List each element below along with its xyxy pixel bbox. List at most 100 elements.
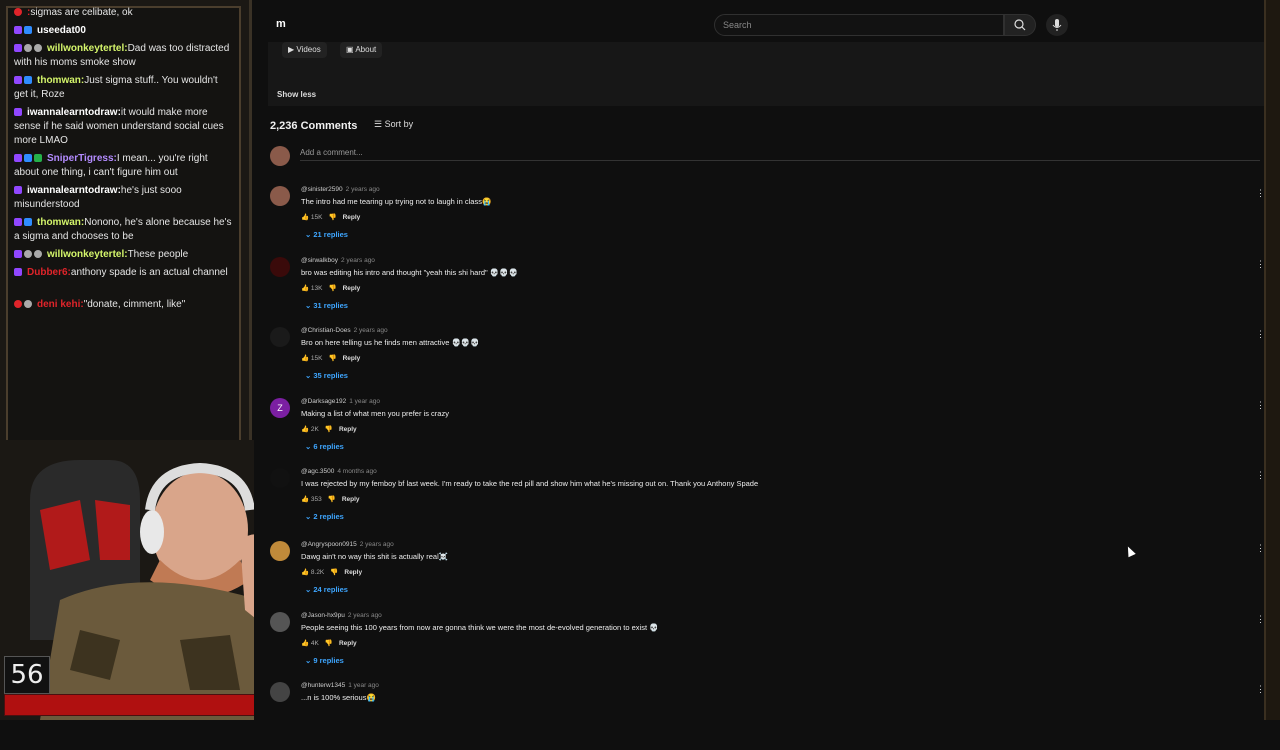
like-button[interactable]: 👍 15K <box>301 214 322 221</box>
green-badge-icon <box>34 154 42 162</box>
about-tab[interactable]: ▣ About <box>340 42 383 58</box>
view-replies-button[interactable]: ⌄ 9 replies <box>305 656 344 665</box>
comment-meta: @hunterw1345 1 year ago <box>301 682 379 689</box>
chat-message: deni kehi:"donate, cimment, like" <box>14 298 234 312</box>
comment-timestamp[interactable]: 2 years ago <box>346 186 380 193</box>
view-replies-button[interactable]: ⌄ 21 replies <box>305 230 348 239</box>
commenter-avatar[interactable] <box>270 186 290 206</box>
commenter-avatar[interactable]: Z <box>270 398 290 418</box>
chat-text: "donate, cimment, like" <box>83 299 186 310</box>
comment-timestamp[interactable]: 1 year ago <box>348 682 379 689</box>
reply-button[interactable]: Reply <box>344 569 362 576</box>
chat-badges <box>14 184 24 198</box>
blue-badge-icon <box>24 218 32 226</box>
view-replies-button[interactable]: ⌄ 24 replies <box>305 585 348 594</box>
comment-timestamp[interactable]: 4 months ago <box>337 468 376 475</box>
comment-meta: @Jason-hx9pu 2 years ago <box>301 612 382 619</box>
chat-text: sigmas are celibate, ok <box>30 7 133 18</box>
commenter-handle[interactable]: @Jason-hx9pu <box>301 612 345 619</box>
commenter-handle[interactable]: @Christian-Does <box>301 327 351 334</box>
like-button[interactable]: 👍 4K <box>301 640 319 647</box>
comment-timestamp[interactable]: 1 year ago <box>349 398 380 405</box>
channel-description-panel: ▶ Videos ▣ About Show less <box>268 42 1268 106</box>
comment-actions: 👍 8.2K 👎 Reply <box>301 568 368 576</box>
reply-button[interactable]: Reply <box>343 355 361 362</box>
like-button[interactable]: 👍 353 <box>301 496 322 503</box>
chat-text: anthony spade is an actual channel <box>70 267 228 278</box>
chat-username[interactable]: Dubber6: <box>27 267 71 278</box>
comment-timestamp[interactable]: 2 years ago <box>348 612 382 619</box>
view-replies-button[interactable]: ⌄ 6 replies <box>305 442 344 451</box>
chat-username[interactable]: willwonkeytertel: <box>47 249 128 260</box>
commenter-handle[interactable]: @agc.3500 <box>301 468 334 475</box>
dislike-icon[interactable]: 👎 <box>328 496 336 503</box>
dislike-icon[interactable]: 👎 <box>325 640 333 647</box>
chat-username[interactable]: useedat00 <box>37 25 86 36</box>
commenter-avatar[interactable] <box>270 612 290 632</box>
user-avatar[interactable] <box>270 146 290 166</box>
chat-badges <box>14 24 34 38</box>
reply-button[interactable]: Reply <box>339 640 357 647</box>
view-replies-button[interactable]: ⌄ 35 replies <box>305 371 348 380</box>
chat-text: These people <box>127 249 189 260</box>
reply-button[interactable]: Reply <box>342 496 360 503</box>
comment-thread: @Jason-hx9pu 2 years ago People seeing thi… <box>270 612 1270 680</box>
chat-username[interactable]: deni kehi: <box>37 299 84 310</box>
commenter-handle[interactable]: @sirwalkboy <box>301 257 338 264</box>
comment-thread: @agc.3500 4 months ago I was rejected by m… <box>270 468 1270 536</box>
comment-timestamp[interactable]: 2 years ago <box>360 541 394 548</box>
show-less-button[interactable]: Show less <box>277 90 316 99</box>
chat-username[interactable]: iwannalearntodraw: <box>27 107 121 118</box>
like-button[interactable]: 👍 15K <box>301 355 322 362</box>
comment-actions: 👍 15K 👎 Reply <box>301 354 366 362</box>
purple-badge-icon <box>14 44 22 52</box>
chat-message: useedat00 <box>14 24 234 38</box>
dislike-icon[interactable]: 👎 <box>325 426 333 433</box>
comment-timestamp[interactable]: 2 years ago <box>341 257 375 264</box>
chat-message: :sigmas are celibate, ok <box>14 6 234 20</box>
gray-badge-icon <box>24 300 32 308</box>
like-button[interactable]: 👍 2K <box>301 426 319 433</box>
youtube-logo[interactable]: m <box>276 18 286 30</box>
dislike-icon[interactable]: 👎 <box>328 355 336 362</box>
voice-search-button[interactable] <box>1046 14 1068 36</box>
dislike-icon[interactable]: 👎 <box>328 214 336 221</box>
comment-thread: Z @Darksage192 1 year ago Making a list of … <box>270 398 1270 466</box>
commenter-avatar[interactable] <box>270 541 290 561</box>
chat-username[interactable]: willwonkeytertel: <box>47 43 128 54</box>
like-button[interactable]: 👍 8.2K <box>301 569 324 576</box>
chat-message: willwonkeytertel:Dad was too distracted … <box>14 42 234 70</box>
chat-badges <box>14 266 24 280</box>
commenter-avatar[interactable] <box>270 327 290 347</box>
purple-badge-icon <box>14 186 22 194</box>
purple-badge-icon <box>14 108 22 116</box>
add-comment-input[interactable]: Add a comment... <box>300 148 1260 161</box>
reply-button[interactable]: Reply <box>343 285 361 292</box>
dislike-icon[interactable]: 👎 <box>330 569 338 576</box>
search-input[interactable]: Search <box>714 14 1004 36</box>
search-button[interactable] <box>1004 14 1036 36</box>
commenter-handle[interactable]: @Angryspoon0915 <box>301 541 357 548</box>
commenter-avatar[interactable] <box>270 682 290 702</box>
view-replies-button[interactable]: ⌄ 31 replies <box>305 301 348 310</box>
commenter-avatar[interactable] <box>270 468 290 488</box>
commenter-handle[interactable]: @hunterw1345 <box>301 682 345 689</box>
chat-message: iwannalearntodraw:he's just sooo misunde… <box>14 184 234 212</box>
commenter-handle[interactable]: @sinister2590 <box>301 186 343 193</box>
chat-username[interactable]: SniperTigress: <box>47 153 117 164</box>
chat-username[interactable]: iwannalearntodraw: <box>27 185 121 196</box>
comment-actions: 👍 13K 👎 Reply <box>301 284 366 292</box>
reply-button[interactable]: Reply <box>339 426 357 433</box>
reply-button[interactable]: Reply <box>343 214 361 221</box>
view-replies-button[interactable]: ⌄ 2 replies <box>305 512 344 521</box>
sort-icon: ☰ <box>374 119 385 129</box>
sort-by-button[interactable]: ☰ Sort by <box>374 119 413 130</box>
commenter-handle[interactable]: @Darksage192 <box>301 398 346 405</box>
chat-username[interactable]: thomwan: <box>37 217 84 228</box>
chat-username[interactable]: thomwan: <box>37 75 84 86</box>
like-button[interactable]: 👍 13K <box>301 285 322 292</box>
commenter-avatar[interactable] <box>270 257 290 277</box>
videos-tab[interactable]: ▶ Videos <box>282 42 327 58</box>
dislike-icon[interactable]: 👎 <box>328 285 336 292</box>
comment-timestamp[interactable]: 2 years ago <box>354 327 388 334</box>
